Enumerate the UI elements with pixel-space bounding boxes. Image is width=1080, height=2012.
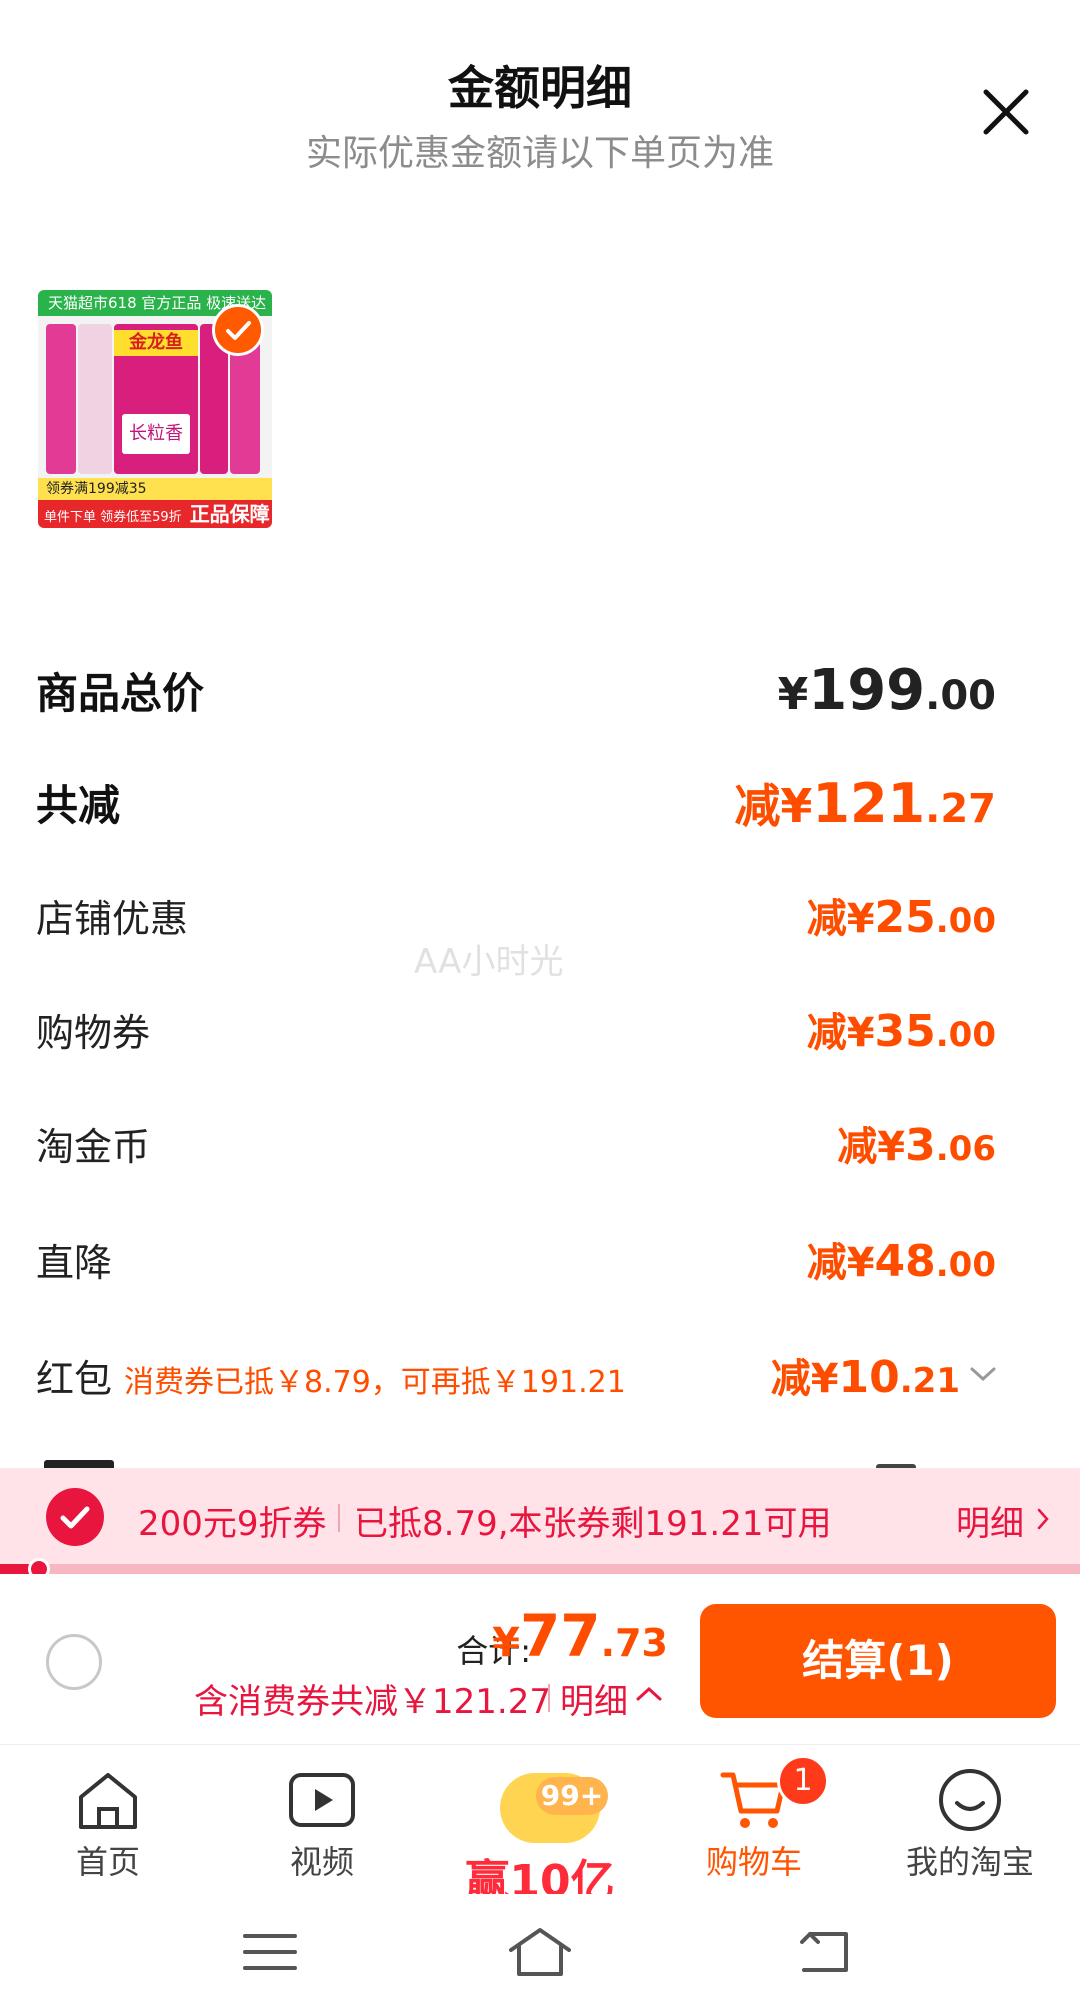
- row-total-reduction: 共减 减¥121.27: [36, 760, 996, 835]
- coupon-detail-link[interactable]: 明细: [956, 1496, 1024, 1545]
- home-nav-icon[interactable]: [505, 1924, 575, 1980]
- row-amount: 减¥3.06: [837, 1120, 996, 1171]
- tab-profile[interactable]: 我的淘宝: [880, 1757, 1060, 1887]
- cart-count-badge: 1: [777, 1755, 829, 1807]
- row-direct-discount: 直降 减¥48.00: [36, 1220, 996, 1290]
- product-bag: [78, 324, 112, 474]
- home-icon: [73, 1765, 143, 1835]
- tab-home[interactable]: 首页: [18, 1757, 198, 1887]
- coupon-progress-track: [0, 1564, 1080, 1574]
- row-amount: 减¥121.27: [734, 772, 996, 835]
- product-strip: 单件下单 领券低至59折 正品保障: [38, 500, 272, 528]
- row-label: 购物券: [36, 1011, 151, 1055]
- coupon-bar[interactable]: 200元9折券 已抵8.79,本张券剩191.21可用 明细: [0, 1468, 1080, 1568]
- saved-detail-link[interactable]: 明细: [560, 1674, 628, 1723]
- sheet-subtitle: 实际优惠金额请以下单页为准: [305, 133, 774, 174]
- row-label: 商品总价: [36, 669, 205, 718]
- hongbao-note: 消费券已抵￥8.79，可再抵￥191.21: [124, 1365, 626, 1400]
- row-amount: 减¥25.00: [806, 892, 996, 943]
- row-amount: ¥199.00: [777, 658, 996, 723]
- tab-label: 购物车: [705, 1843, 802, 1881]
- sheet-header: 金额明细 实际优惠金额请以下单页为准: [0, 0, 1080, 200]
- tab-label: 首页: [75, 1843, 140, 1881]
- video-icon: [287, 1765, 357, 1835]
- bag-label: 长粒香: [122, 414, 190, 454]
- row-product-total: 商品总价 ¥199.00: [36, 648, 996, 723]
- coupon-desc: 已抵8.79,本张券剩191.21可用: [354, 1504, 832, 1544]
- back-icon[interactable]: [790, 1924, 860, 1980]
- saved-amount-text: 含消费券共减￥121.27: [194, 1682, 551, 1722]
- tab-label: 视频: [289, 1843, 354, 1881]
- close-icon[interactable]: [976, 82, 1036, 142]
- select-all-radio[interactable]: [46, 1634, 102, 1690]
- row-hongbao[interactable]: 红包 消费券已抵￥8.79，可再抵￥191.21 减¥10.21: [36, 1336, 996, 1406]
- tab-promo[interactable]: 99+ 赢10亿: [450, 1765, 630, 1907]
- checkout-bar: 合计: ¥77.73 含消费券共减￥121.27 明细 结算(1): [0, 1574, 1080, 1744]
- coupon-check-icon[interactable]: [46, 1488, 104, 1546]
- row-label: 店铺优惠: [36, 897, 189, 941]
- tab-label: 我的淘宝: [905, 1843, 1034, 1881]
- divider: [548, 1684, 550, 1712]
- row-amount: 减¥48.00: [806, 1236, 996, 1287]
- coupon-title: 200元9折券: [138, 1504, 327, 1544]
- row-label: 直降: [36, 1241, 113, 1285]
- product-bag-main: 金龙鱼 长粒香: [114, 324, 198, 474]
- row-amount: 减¥35.00: [806, 1006, 996, 1057]
- product-thumbnail[interactable]: 天猫超市618 官方正品 极速送达 金龙鱼 长粒香 领券满199减35 单件下单…: [38, 290, 272, 528]
- row-label: 红包 消费券已抵￥8.79，可再抵￥191.21: [36, 1357, 626, 1401]
- sheet-title: 金额明细: [448, 61, 632, 115]
- bottom-tab-bar: 首页 视频 99+ 赢10亿 1 购物车 我的淘宝: [0, 1744, 1080, 1907]
- tab-cart[interactable]: 1 购物车: [664, 1755, 844, 1887]
- row-label: 共减: [36, 781, 121, 830]
- settle-button[interactable]: 结算(1): [700, 1604, 1056, 1718]
- chevron-up-icon[interactable]: [636, 1686, 662, 1702]
- product-strip-strong: 正品保障: [189, 502, 270, 526]
- product-bag: [46, 324, 76, 474]
- row-taojinbi: 淘金币 减¥3.06: [36, 1104, 996, 1174]
- tab-video[interactable]: 视频: [232, 1757, 412, 1887]
- system-nav-bar: [0, 1894, 1080, 2012]
- row-label: 淘金币: [36, 1125, 151, 1169]
- chevron-down-icon[interactable]: [970, 1366, 996, 1382]
- row-amount: 减¥10.21: [770, 1352, 960, 1403]
- profile-icon: [935, 1765, 1005, 1835]
- product-selected-check-icon[interactable]: [212, 304, 264, 356]
- menu-icon[interactable]: [235, 1924, 305, 1980]
- product-promo: 领券满199减35: [38, 478, 272, 500]
- watermark: AA小时光: [414, 942, 564, 982]
- product-strip-text: 单件下单 领券低至59折: [44, 510, 182, 525]
- chevron-right-icon[interactable]: [1036, 1508, 1050, 1530]
- sum-amount: ¥77.73: [492, 1602, 668, 1670]
- promo-badge: 99+: [536, 1777, 608, 1815]
- divider: [338, 1504, 340, 1532]
- row-shopping-coupon: 购物券 减¥35.00: [36, 990, 996, 1060]
